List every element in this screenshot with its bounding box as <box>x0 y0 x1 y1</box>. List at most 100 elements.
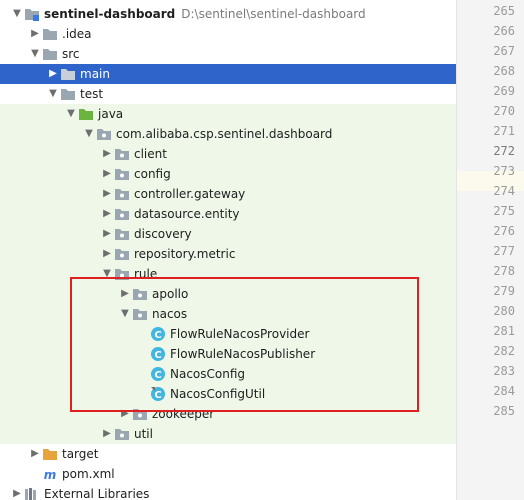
package-icon <box>114 146 130 162</box>
folder-icon <box>42 46 58 62</box>
svg-text:C: C <box>154 390 161 401</box>
apollo-label: apollo <box>152 287 189 301</box>
file-label: NacosConfig <box>170 367 246 381</box>
file-label: FlowRuleNacosProvider <box>170 327 310 341</box>
chevron-right-icon[interactable]: ▶ <box>100 164 114 184</box>
root-label: sentinel-dashboard <box>44 7 176 21</box>
zookeeper-label: zookeeper <box>152 407 215 421</box>
svg-text:C: C <box>154 370 161 381</box>
chevron-right-icon[interactable]: ▶ <box>28 444 42 464</box>
package-icon <box>114 266 130 282</box>
tree-row-main[interactable]: ▶ main <box>0 64 456 84</box>
chevron-right-icon[interactable]: ▶ <box>28 24 42 44</box>
controller-gateway-label: controller.gateway <box>134 187 246 201</box>
tree-row-datasource-entity[interactable]: ▶ datasource.entity <box>0 204 456 224</box>
chevron-right-icon[interactable]: ▶ <box>10 484 24 500</box>
chevron-right-icon[interactable]: ▶ <box>100 184 114 204</box>
chevron-right-icon[interactable]: ▶ <box>100 144 114 164</box>
chevron-right-icon[interactable]: ▶ <box>100 424 114 444</box>
client-label: client <box>134 147 167 161</box>
tree-row-apollo[interactable]: ▶ apollo <box>0 284 456 304</box>
chevron-down-icon[interactable]: ▼ <box>118 304 132 324</box>
package-icon <box>114 426 130 442</box>
tree-row-file[interactable]: C NacosConfig <box>0 364 456 384</box>
java-final-class-icon: C <box>150 386 166 402</box>
module-folder-icon <box>24 6 40 22</box>
folder-icon <box>42 26 58 42</box>
svg-text:m: m <box>44 468 57 482</box>
root-path: D:\sentinel\sentinel-dashboard <box>181 7 366 21</box>
svg-text:C: C <box>154 330 161 341</box>
tree-row-repository-metric[interactable]: ▶ repository.metric <box>0 244 456 264</box>
tree-row-config[interactable]: ▶ config <box>0 164 456 184</box>
line-number: 266 <box>493 24 515 38</box>
package-label: com.alibaba.csp.sentinel.dashboard <box>116 127 333 141</box>
chevron-down-icon[interactable]: ▼ <box>10 4 24 24</box>
chevron-right-icon[interactable]: ▶ <box>100 204 114 224</box>
idea-label: idea <box>65 27 92 41</box>
tree-row-java[interactable]: ▼ java <box>0 104 456 124</box>
tree-row-src[interactable]: ▼ src <box>0 44 456 64</box>
chevron-right-icon[interactable]: ▶ <box>46 64 60 84</box>
tree-row-rule[interactable]: ▼ rule <box>0 264 456 284</box>
file-label: FlowRuleNacosPublisher <box>170 347 316 361</box>
util-label: util <box>134 427 153 441</box>
line-number: 268 <box>493 64 515 78</box>
chevron-right-icon[interactable]: ▶ <box>100 244 114 264</box>
line-number: 274 <box>493 184 515 198</box>
main-label: main <box>80 67 110 81</box>
rule-label: rule <box>134 267 158 281</box>
project-tree: ▼ sentinel-dashboard D:\sentinel\sentine… <box>0 0 456 500</box>
pom-label: pom.xml <box>62 467 115 481</box>
chevron-down-icon[interactable]: ▼ <box>46 84 60 104</box>
target-label: target <box>62 447 99 461</box>
line-number-gutter: 265 266 267 268 269 270 271 272 273 274 275 276 277 2… <box>456 0 524 500</box>
line-number: 284 <box>493 384 515 398</box>
line-number: 273 <box>493 164 515 178</box>
tree-row-file[interactable]: C NacosConfigUtil <box>0 384 456 404</box>
line-number: 265 <box>493 4 515 18</box>
java-class-icon: C <box>150 326 166 342</box>
repository-metric-label: repository.metric <box>134 247 236 261</box>
tree-row-package[interactable]: ▼ com.alibaba.csp.sentinel.dashboard <box>0 124 456 144</box>
package-icon <box>114 206 130 222</box>
tree-row-target[interactable]: ▶ target <box>0 444 456 464</box>
tree-row-controller-gateway[interactable]: ▶ controller.gateway <box>0 184 456 204</box>
package-icon <box>132 406 148 422</box>
folder-icon <box>60 86 76 102</box>
chevron-down-icon[interactable]: ▼ <box>82 124 96 144</box>
tree-row-root[interactable]: ▼ sentinel-dashboard D:\sentinel\sentine… <box>0 4 456 24</box>
package-icon <box>132 306 148 322</box>
chevron-right-icon[interactable]: ▶ <box>118 284 132 304</box>
chevron-right-icon[interactable]: ▶ <box>118 404 132 424</box>
java-label: java <box>98 107 124 121</box>
tree-row-file[interactable]: C FlowRuleNacosProvider <box>0 324 456 344</box>
java-class-icon: C <box>150 366 166 382</box>
external-libraries-label: External Libraries <box>44 487 150 500</box>
package-icon <box>114 166 130 182</box>
folder-icon <box>60 66 76 82</box>
tree-row-file[interactable]: C FlowRuleNacosPublisher <box>0 344 456 364</box>
tree-row-zookeeper[interactable]: ▶ zookeeper <box>0 404 456 424</box>
chevron-down-icon[interactable]: ▼ <box>64 104 78 124</box>
tree-row-util[interactable]: ▶ util <box>0 424 456 444</box>
package-icon <box>114 186 130 202</box>
chevron-right-icon[interactable]: ▶ <box>100 224 114 244</box>
line-number: 277 <box>493 244 515 258</box>
chevron-down-icon[interactable]: ▼ <box>28 44 42 64</box>
tree-row-client[interactable]: ▶ client <box>0 144 456 164</box>
tree-row-idea[interactable]: ▶ .idea <box>0 24 456 44</box>
line-number: 279 <box>493 284 515 298</box>
tree-row-pom[interactable]: m pom.xml <box>0 464 456 484</box>
tree-row-discovery[interactable]: ▶ discovery <box>0 224 456 244</box>
package-icon <box>132 286 148 302</box>
line-number: 276 <box>493 224 515 238</box>
line-number: 267 <box>493 44 515 58</box>
discovery-label: discovery <box>134 227 192 241</box>
line-number: 278 <box>493 264 515 278</box>
tree-row-test[interactable]: ▼ test <box>0 84 456 104</box>
tree-row-nacos[interactable]: ▼ nacos <box>0 304 456 324</box>
line-number: 271 <box>493 124 515 138</box>
tree-row-external-libraries[interactable]: ▶ External Libraries <box>0 484 456 500</box>
chevron-down-icon[interactable]: ▼ <box>100 264 114 284</box>
